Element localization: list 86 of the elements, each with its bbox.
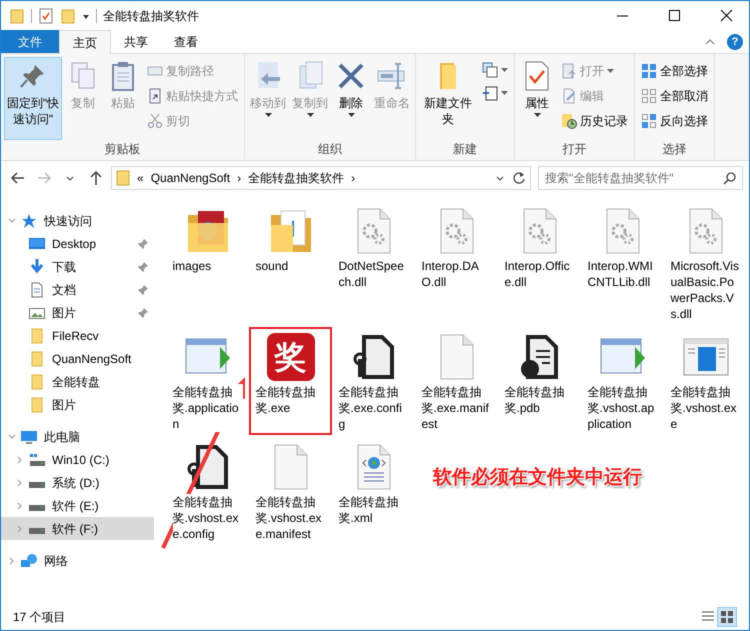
breadcrumb-link[interactable]: QuanNengSoft <box>150 169 230 187</box>
ribbon-button[interactable]: 全部选择 <box>638 60 711 82</box>
scissors-icon <box>147 113 163 129</box>
view-button[interactable] <box>717 607 737 627</box>
group-label: 新建 <box>452 141 478 158</box>
chevron-right-icon[interactable] <box>16 456 24 464</box>
window-title: 全能转盘抽奖软件 <box>103 8 200 24</box>
ribbon-button[interactable]: 固定到"快速访问" <box>4 57 62 140</box>
sidebar-item[interactable]: Desktop <box>1 232 154 255</box>
large-icons-view-icon <box>719 609 735 625</box>
drive-icon <box>29 528 45 534</box>
chevron-right-icon[interactable] <box>16 524 24 532</box>
back-icon[interactable] <box>10 170 26 186</box>
drive-icon <box>29 504 45 510</box>
monitor-icon <box>29 236 45 252</box>
chevron-down-icon[interactable] <box>8 432 16 440</box>
refresh-icon[interactable] <box>512 171 526 185</box>
sidebar-item[interactable]: 全能转盘 <box>1 370 154 393</box>
help-button[interactable]: ? <box>727 34 743 50</box>
easy-access-icon <box>482 85 498 101</box>
app-icon[interactable]: 奖 <box>266 333 314 381</box>
group-label: 打开 <box>562 141 588 158</box>
document-icon <box>29 282 45 298</box>
network-icon <box>21 552 37 568</box>
folder-icon <box>116 170 130 186</box>
breadcrumb-separator[interactable]: › <box>351 169 356 187</box>
select-none-icon <box>641 88 657 104</box>
folder-icon <box>9 8 25 24</box>
sidebar-item[interactable]: 网络 <box>1 549 154 572</box>
folder-icon <box>29 328 45 344</box>
annotation-text: 软件必须在文件夹中运行 <box>433 466 642 490</box>
history-icon <box>561 113 577 129</box>
collapse-icon[interactable] <box>705 38 715 44</box>
search-field[interactable]: 搜索"全能转盘抽奖软件" <box>538 166 743 190</box>
select-all-icon <box>641 63 657 79</box>
ribbon-button[interactable]: 属性 <box>518 57 556 140</box>
sidebar-item[interactable]: 快速访问 <box>1 209 154 232</box>
search-icon <box>723 171 737 185</box>
new-item-icon <box>482 62 498 78</box>
ribbon-button[interactable]: 全部取消 <box>638 85 711 107</box>
sidebar-item[interactable]: 图片 <box>1 393 154 416</box>
chevron-right-icon[interactable] <box>8 556 16 564</box>
chevron-right-icon[interactable] <box>16 478 24 486</box>
computer-icon <box>21 428 37 444</box>
ribbon-button[interactable]: 新建文件夹 <box>419 57 477 140</box>
ribbon-button[interactable]: 反向选择 <box>638 110 711 132</box>
sidebar-item[interactable]: 此电脑 <box>1 425 154 448</box>
star-icon <box>21 212 37 228</box>
ribbon-button[interactable]: 历史记录 <box>558 110 631 132</box>
breadcrumb-separator[interactable]: › <box>237 169 242 187</box>
folder-icon <box>29 396 45 412</box>
address-field[interactable]: « QuanNengSoft › 全能转盘抽奖软件 › <box>111 166 531 190</box>
group-label: 组织 <box>317 141 343 158</box>
folder-icon <box>29 374 45 390</box>
chevron-down-icon[interactable] <box>8 216 16 224</box>
chevron-right-icon[interactable] <box>16 502 24 510</box>
file-name[interactable]: 全能转盘抽奖.application <box>172 384 242 432</box>
folder-icon <box>29 350 45 366</box>
ribbon-tab[interactable]: 查看 <box>161 30 211 53</box>
file-menu-tab[interactable]: 文件 <box>1 30 59 53</box>
sidebar-item[interactable]: 图片 <box>1 301 154 324</box>
drive-icon <box>29 452 45 468</box>
sidebar-item[interactable]: QuanNengSoft <box>1 347 154 370</box>
download-icon <box>29 258 45 274</box>
item-count: 17 个项目 <box>13 609 67 626</box>
breadcrumb-link[interactable]: 全能转盘抽奖软件 <box>248 169 344 187</box>
ribbon-tab[interactable]: 主页 <box>59 30 111 54</box>
properties-icon[interactable] <box>38 8 54 24</box>
ribbon-button[interactable]: 删除 <box>332 57 370 140</box>
shortcut-icon <box>147 88 163 104</box>
sidebar-item[interactable]: 文档 <box>1 278 154 301</box>
sidebar-item[interactable]: Win10 (C:) <box>1 448 154 471</box>
sidebar-item[interactable]: FileRecv <box>1 324 154 347</box>
up-icon[interactable] <box>88 170 104 186</box>
edit-icon <box>561 88 577 104</box>
sidebar-item[interactable]: 系统 (D:) <box>1 471 154 494</box>
sidebar-item[interactable]: 软件 (F:) <box>1 517 154 540</box>
open-icon <box>561 63 577 79</box>
ribbon-tab[interactable]: 共享 <box>111 30 161 53</box>
sidebar-item[interactable]: 下载 <box>1 255 154 278</box>
group-label: 剪贴板 <box>104 141 142 158</box>
invert-selection-icon <box>641 113 657 129</box>
drive-icon <box>29 482 45 488</box>
sidebar-item[interactable]: 软件 (E:) <box>1 494 154 517</box>
group-label: 选择 <box>662 141 688 158</box>
overflow-button[interactable]: « <box>137 169 144 187</box>
